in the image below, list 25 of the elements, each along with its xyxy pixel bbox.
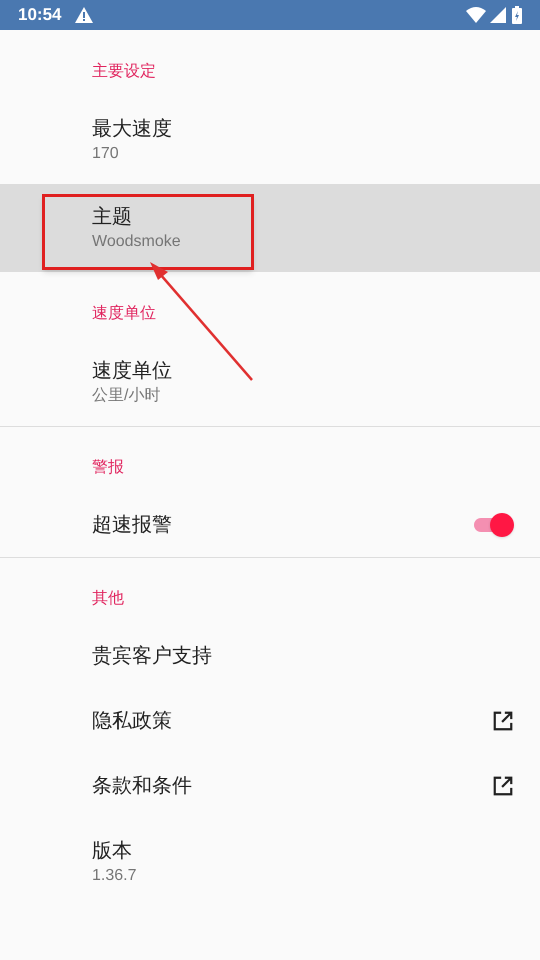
section-header: 其他 — [92, 589, 125, 609]
status-time: 10:54 — [18, 4, 62, 26]
row-title: 最大速度 — [92, 117, 173, 142]
row-value: 170 — [92, 144, 120, 164]
section-header: 速度单位 — [92, 304, 157, 324]
section-header: 主要设定 — [92, 62, 157, 82]
settings-row[interactable]: 主题 Woodsmoke — [0, 184, 540, 272]
external-link-icon — [492, 710, 514, 732]
row-title: 速度单位 — [92, 359, 173, 384]
row-title: 条款和条件 — [92, 774, 193, 798]
warning-icon — [75, 7, 94, 23]
row-title: 贵宾客户支持 — [92, 644, 213, 668]
row-title: 隐私政策 — [92, 708, 173, 734]
row-title: 版本 — [92, 839, 133, 864]
external-link-icon — [492, 774, 514, 796]
section-header: 警报 — [92, 458, 125, 478]
wifi-icon — [466, 7, 486, 23]
row-title: 主题 — [92, 205, 133, 230]
toggle-switch[interactable] — [474, 510, 514, 538]
battery-icon — [512, 6, 522, 24]
row-value: Woodsmoke — [92, 232, 182, 252]
row-value: 公里/小时 — [92, 386, 162, 406]
row-title: 超速报警 — [92, 512, 173, 538]
signal-icon — [490, 7, 506, 23]
row-value: 1.36.7 — [92, 866, 138, 886]
